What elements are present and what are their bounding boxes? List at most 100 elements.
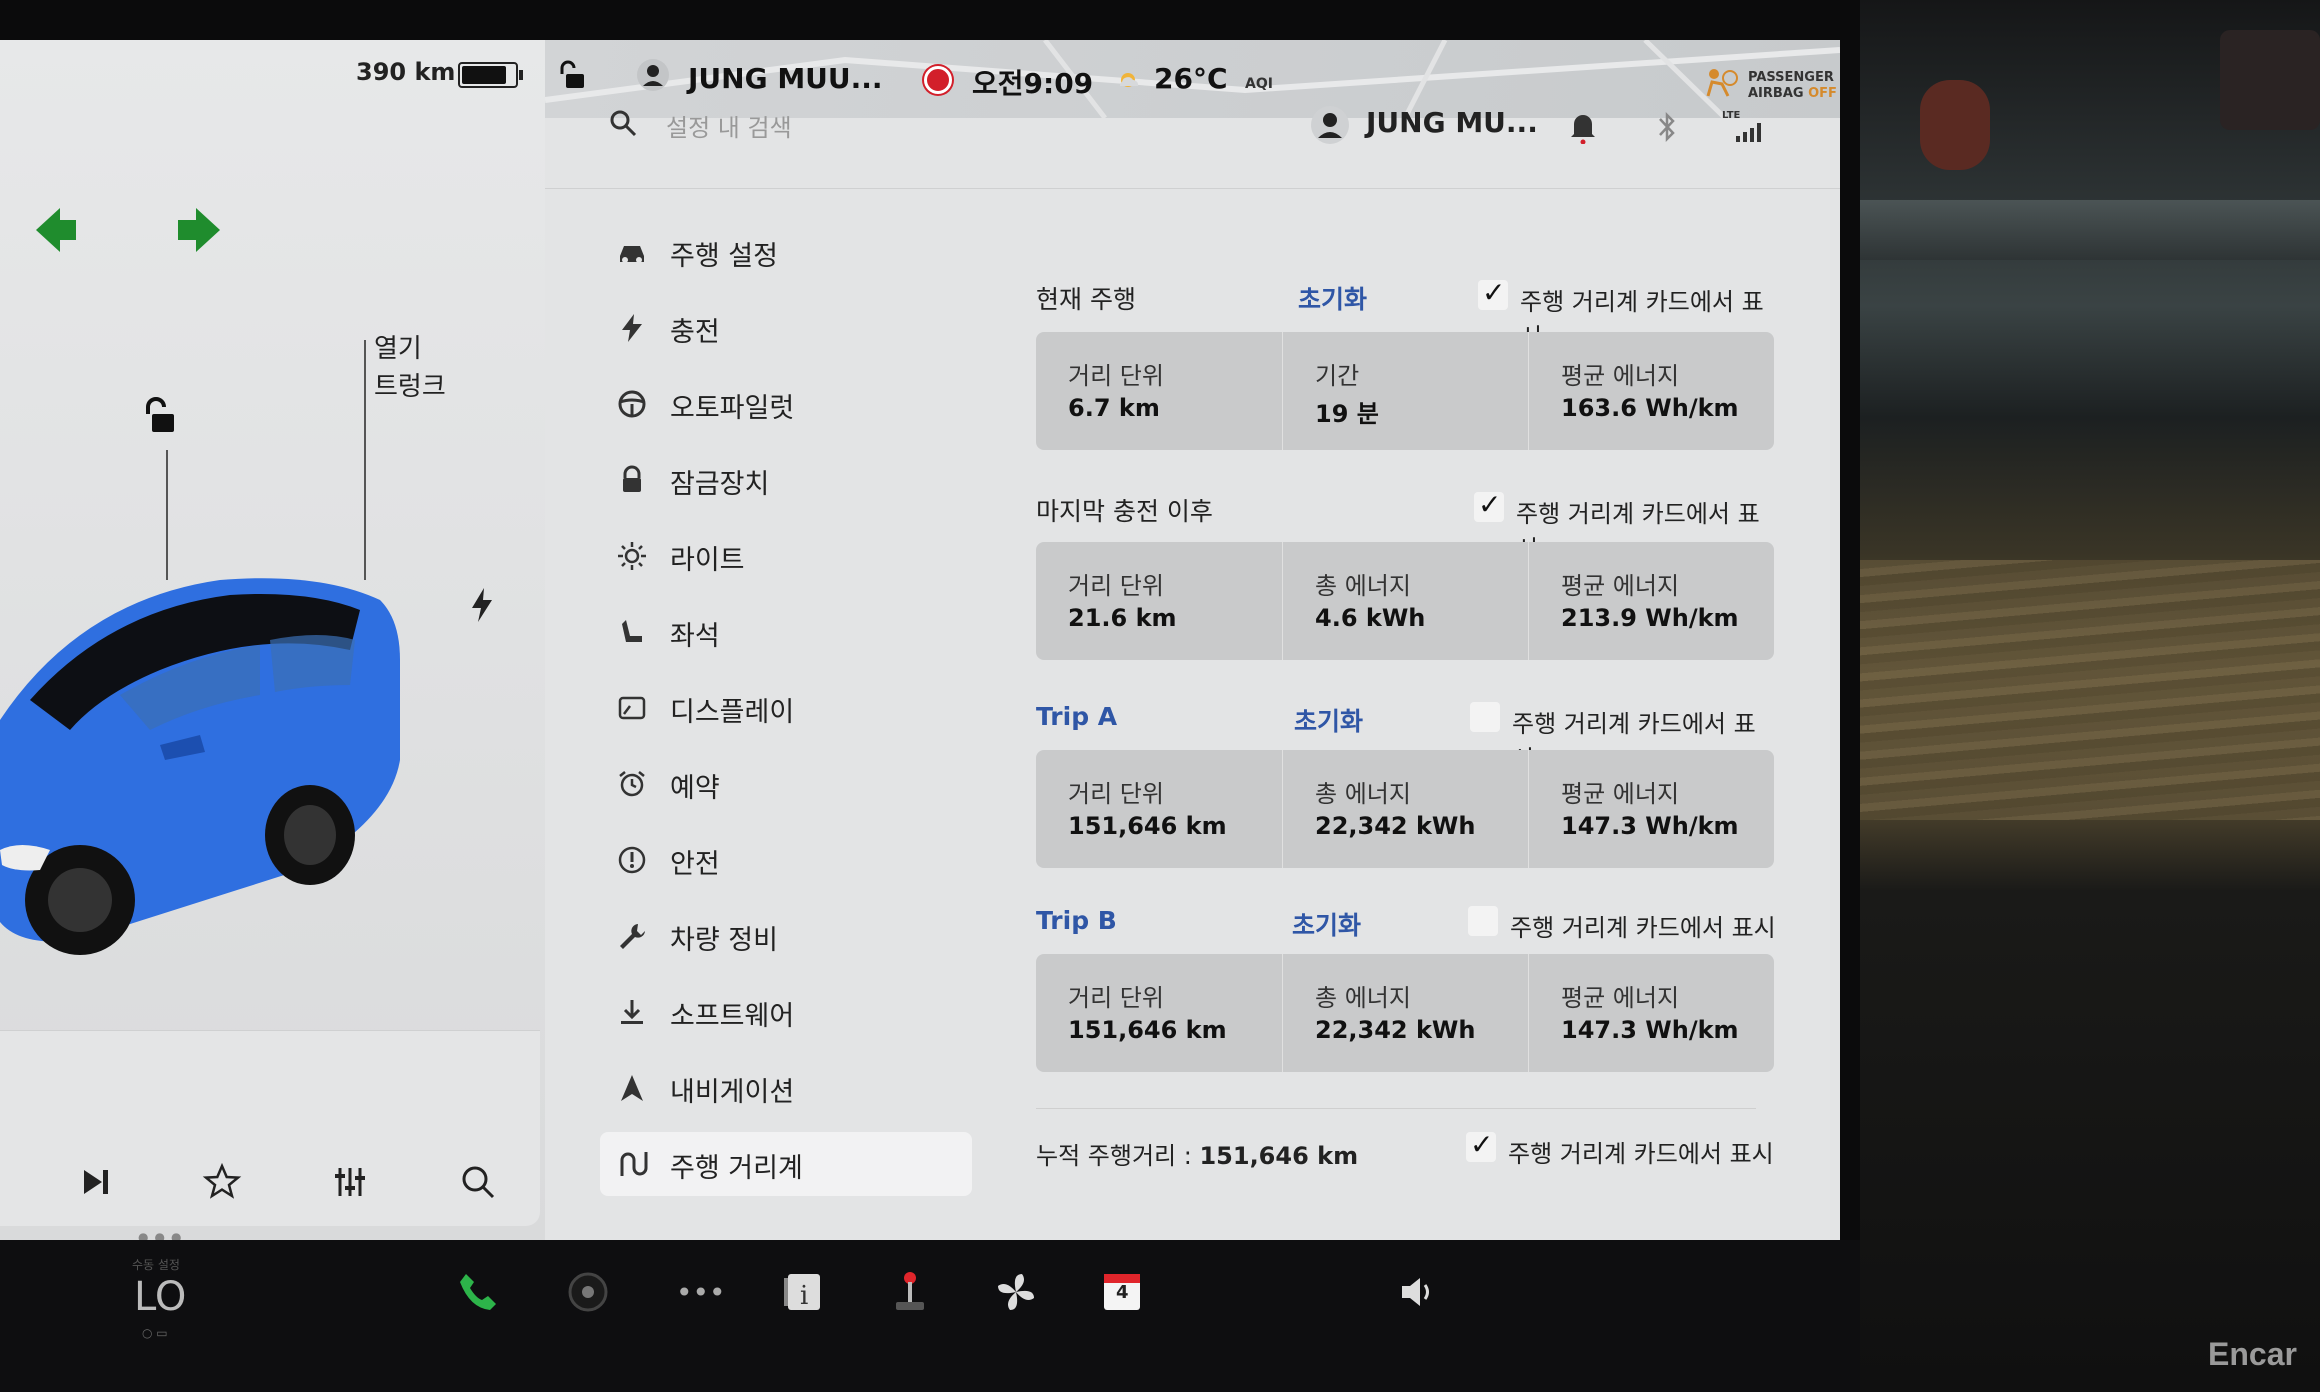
since-charge-card: 거리 단위 21.6 km 총 에너지 4.6 kWh 평균 에너지 213.9 Wh… (1036, 542, 1774, 660)
trip-b-card: 거리 단위 151,646 km 총 에너지 22,342 kWh 평균 에너지 14… (1036, 954, 1774, 1072)
stat-value: 147.3 Wh/km (1561, 1016, 1739, 1044)
lte-signal-icon: LTE (1722, 110, 1768, 144)
display-icon (618, 696, 646, 720)
nav-item-label: 라이트 (670, 545, 745, 576)
search-icon[interactable] (608, 108, 638, 138)
stat-value: 151,646 km (1068, 1016, 1227, 1044)
stat-label: 기간 (1315, 362, 1360, 390)
stat-label: 거리 단위 (1068, 780, 1164, 808)
nav-item[interactable]: 오토파일럿 (600, 372, 972, 436)
checkbox-icon[interactable] (1468, 906, 1498, 936)
nav-item[interactable]: 예약 (600, 752, 972, 816)
cabin-temperature[interactable]: LO (134, 1274, 186, 1320)
next-track-icon[interactable] (76, 1162, 116, 1202)
trip-b-title: Trip B (1036, 906, 1117, 935)
bottom-dock (0, 1240, 1860, 1392)
left-turn-signal-icon (36, 208, 76, 252)
total-odometer: 누적 주행거리 : 151,646 km (1036, 1136, 1358, 1171)
wood-panel (1860, 560, 2320, 820)
alarm-icon (619, 771, 645, 797)
trunk-open-button[interactable]: 열기 트렁크 (374, 330, 446, 406)
checkbox-icon[interactable] (1474, 488, 1504, 522)
nav-item-label: 잠금장치 (670, 469, 770, 500)
watermark: Encar (2208, 1336, 2297, 1372)
nav-item[interactable]: 안전 (600, 828, 972, 892)
car-status-panel: 390 km 열기 트렁크 ●●● (0, 40, 545, 1240)
phone-icon[interactable] (454, 1268, 502, 1316)
odometer-icon (620, 1152, 648, 1176)
nav-item[interactable]: 라이트 (600, 524, 972, 588)
current-trip-card: 거리 단위 6.7 km 기간 19 분 평균 에너지 163.6 Wh/km (1036, 332, 1774, 450)
trunk-label: 트렁크 (374, 372, 446, 402)
nav-item[interactable]: 소프트웨어 (600, 980, 972, 1044)
profile-name[interactable]: JUNG MU... (1366, 106, 1538, 139)
bluetooth-icon[interactable] (1654, 110, 1680, 144)
nav-item[interactable]: 차량 정비 (600, 904, 972, 968)
nav-item-label: 오토파일럿 (670, 393, 795, 424)
stat-value: 22,342 kWh (1315, 812, 1476, 840)
seat-icon (622, 620, 642, 642)
steering-wheel-icon (618, 390, 646, 418)
nav-item[interactable]: 주행 거리계 (600, 1132, 972, 1196)
wrench-icon (620, 924, 645, 949)
nav-item[interactable]: 충전 (600, 296, 972, 360)
volume-icon[interactable] (1394, 1268, 1442, 1316)
unlocked-icon[interactable] (142, 396, 178, 436)
notification-bell-icon[interactable] (1568, 110, 1598, 144)
nav-item[interactable]: 디스플레이 (600, 676, 972, 740)
stat-value: 213.9 Wh/km (1561, 604, 1739, 632)
divider (1036, 1108, 1756, 1109)
stat-label: 거리 단위 (1068, 984, 1164, 1012)
car-icon (620, 246, 644, 263)
camera-icon[interactable] (564, 1268, 612, 1316)
favorite-star-icon[interactable] (202, 1162, 242, 1202)
open-label: 열기 (374, 334, 422, 364)
page-indicator: ●●● (138, 1230, 188, 1240)
stat-cell: 거리 단위 151,646 km (1036, 750, 1282, 868)
trip-a-card: 거리 단위 151,646 km 총 에너지 22,342 kWh 평균 에너지 14… (1036, 750, 1774, 868)
stat-label: 총 에너지 (1315, 984, 1411, 1012)
checkbox-icon[interactable] (1466, 1128, 1496, 1162)
stat-label: 평균 에너지 (1561, 780, 1680, 808)
stat-cell: 기간 19 분 (1282, 332, 1529, 450)
stat-label: 평균 에너지 (1561, 984, 1680, 1012)
stat-label: 거리 단위 (1068, 572, 1164, 600)
media-search-icon[interactable] (458, 1162, 498, 1202)
nav-item[interactable]: 내비게이션 (600, 1056, 972, 1120)
navigation-icon (621, 1075, 643, 1101)
stat-cell: 총 에너지 22,342 kWh (1282, 750, 1529, 868)
trip-b-show-checkbox[interactable]: 주행 거리계 카드에서 표시 (1468, 906, 1776, 943)
fan-icon[interactable] (992, 1268, 1040, 1316)
nav-item-label: 디스플레이 (670, 697, 795, 728)
stat-value: 151,646 km (1068, 812, 1227, 840)
more-apps-icon[interactable]: ••• (676, 1276, 726, 1309)
current-trip-reset-button[interactable]: 초기화 (1298, 280, 1367, 316)
nav-item[interactable]: 주행 설정 (600, 220, 972, 284)
odometer-show-checkbox[interactable]: 주행 거리계 카드에서 표시 (1466, 1128, 1774, 1169)
alert-icon (618, 846, 646, 874)
battery-level (462, 66, 507, 84)
current-trip-title: 현재 주행 (1036, 285, 1136, 314)
owners-manual-icon[interactable]: i (780, 1268, 828, 1316)
equalizer-icon[interactable] (330, 1162, 370, 1202)
charge-port-icon[interactable] (470, 588, 494, 622)
stat-cell: 평균 에너지 163.6 Wh/km (1528, 332, 1775, 450)
nav-item-label: 내비게이션 (670, 1077, 795, 1108)
trip-a-reset-button[interactable]: 초기화 (1294, 702, 1363, 738)
profile-icon[interactable] (1310, 105, 1350, 145)
nav-item[interactable]: 잠금장치 (600, 448, 972, 512)
nav-item-label: 충전 (670, 317, 720, 348)
stat-cell: 총 에너지 22,342 kWh (1282, 954, 1529, 1072)
settings-search-input[interactable]: 설정 내 검색 (666, 108, 792, 143)
toybox-joystick-icon[interactable] (886, 1268, 934, 1316)
checkbox-icon[interactable] (1470, 702, 1500, 732)
stat-value: 4.6 kWh (1315, 604, 1426, 632)
stat-cell: 거리 단위 21.6 km (1036, 542, 1282, 660)
nav-item[interactable]: 좌석 (600, 600, 972, 664)
dashboard-trim (1860, 200, 2320, 260)
trip-b-reset-button[interactable]: 초기화 (1292, 906, 1361, 942)
stat-label: 평균 에너지 (1561, 362, 1680, 390)
bolt-icon (622, 314, 642, 342)
checkbox-icon[interactable] (1478, 276, 1508, 310)
trip-a-title: Trip A (1036, 702, 1118, 731)
